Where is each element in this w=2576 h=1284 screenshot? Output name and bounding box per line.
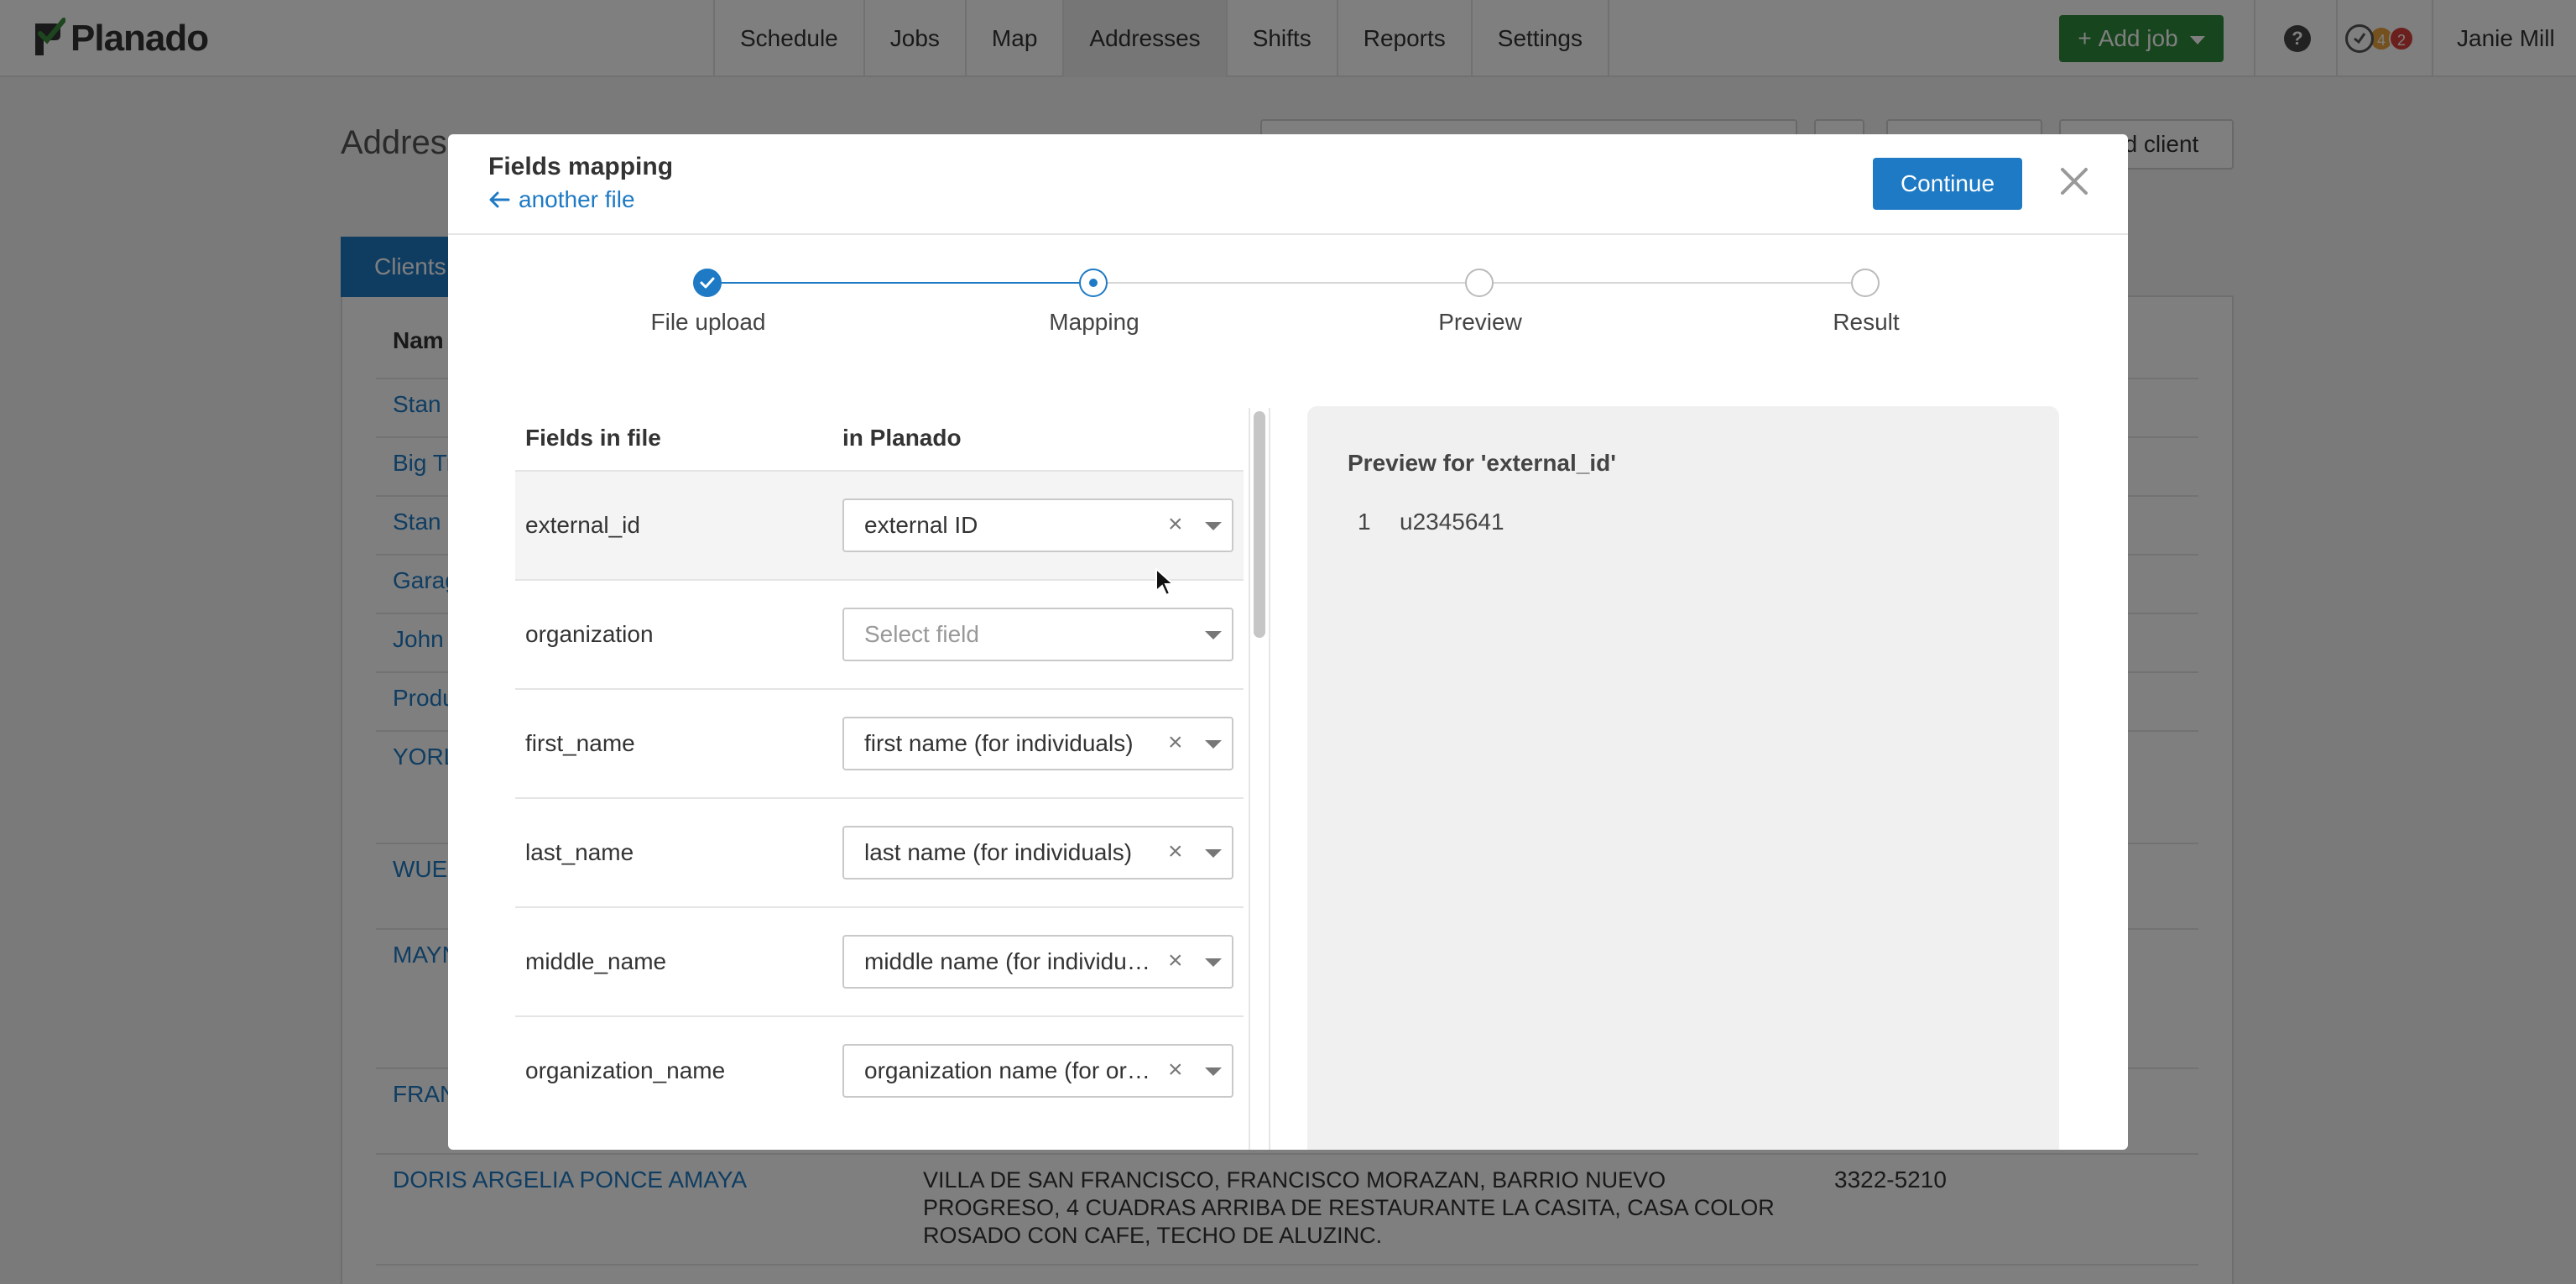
modal-title: Fields mapping [488, 153, 674, 180]
clear-icon[interactable]: × [1168, 827, 1183, 878]
back-link-label: another file [519, 186, 635, 212]
mapping-row: organization Select field [515, 581, 1244, 690]
step-result-indicator [1851, 269, 1880, 297]
mapping-row: organization_name organization name (for… [515, 1017, 1244, 1126]
select-value: first name (for individuals) [864, 730, 1134, 756]
planado-field-select[interactable]: organization name (for organizations) × [842, 1044, 1233, 1098]
step-file-upload-check-icon [693, 269, 722, 297]
mapping-row: middle_name middle name (for individuals… [515, 908, 1244, 1017]
clear-icon[interactable]: × [1168, 1046, 1183, 1096]
select-placeholder: Select field [864, 621, 979, 647]
chevron-down-icon[interactable] [1205, 740, 1222, 749]
step-label-preview: Preview [1438, 309, 1522, 335]
chevron-down-icon[interactable] [1205, 522, 1222, 530]
mapping-scrollbar-thumb[interactable] [1254, 411, 1265, 638]
step-preview-indicator [1465, 269, 1494, 297]
step-label-result: Result [1833, 309, 1900, 335]
step-label-mapping: Mapping [1049, 309, 1139, 335]
select-value: organization name (for organizations) [864, 1057, 1158, 1083]
chevron-down-icon[interactable] [1205, 631, 1222, 639]
step-mapping-indicator [1079, 269, 1108, 297]
stepper-progress-line [708, 282, 1094, 284]
planado-field-select[interactable]: middle name (for individuals) × [842, 935, 1233, 989]
file-field-name: external_id [525, 512, 640, 538]
clear-icon[interactable]: × [1168, 937, 1183, 987]
select-value: middle name (for individuals) [864, 948, 1158, 974]
clear-icon[interactable]: × [1168, 500, 1183, 551]
modal-header: Fields mapping another file Continue [448, 134, 2128, 235]
column-header-fields-in-file: Fields in file [525, 425, 661, 451]
preview-row-index: 1 [1358, 509, 1371, 535]
continue-button[interactable]: Continue [1873, 158, 2022, 210]
file-field-name: first_name [525, 730, 635, 756]
file-field-name: organization [525, 621, 654, 647]
select-value: external ID [864, 512, 978, 538]
fields-mapping-modal: Fields mapping another file Continue Fil… [448, 134, 2128, 1150]
planado-field-select[interactable]: last name (for individuals) × [842, 826, 1233, 879]
column-header-in-planado: in Planado [842, 425, 962, 451]
file-field-name: organization_name [525, 1057, 726, 1083]
mapping-row: last_name last name (for individuals) × [515, 799, 1244, 908]
mapping-row: external_id external ID × [515, 472, 1244, 581]
step-label-file-upload: File upload [650, 309, 766, 335]
chevron-down-icon[interactable] [1205, 958, 1222, 967]
planado-field-select[interactable]: Select field [842, 608, 1233, 661]
arrow-left-icon [489, 191, 510, 208]
planado-field-select[interactable]: external ID × [842, 498, 1233, 552]
planado-field-select[interactable]: first name (for individuals) × [842, 717, 1233, 770]
select-value: last name (for individuals) [864, 839, 1133, 865]
chevron-down-icon[interactable] [1205, 1067, 1222, 1076]
back-to-another-file-link[interactable]: another file [488, 186, 635, 213]
file-field-name: middle_name [525, 948, 667, 974]
mapping-row: first_name first name (for individuals) … [515, 690, 1244, 799]
file-field-name: last_name [525, 839, 634, 865]
clear-icon[interactable]: × [1168, 718, 1183, 769]
close-icon[interactable] [2056, 163, 2093, 200]
preview-pane: Preview for 'external_id' 1 u2345641 [1307, 406, 2059, 1150]
chevron-down-icon[interactable] [1205, 849, 1222, 858]
preview-title: Preview for 'external_id' [1348, 450, 1616, 476]
mouse-pointer-icon [1155, 567, 1175, 597]
preview-row-value: u2345641 [1400, 509, 1504, 535]
